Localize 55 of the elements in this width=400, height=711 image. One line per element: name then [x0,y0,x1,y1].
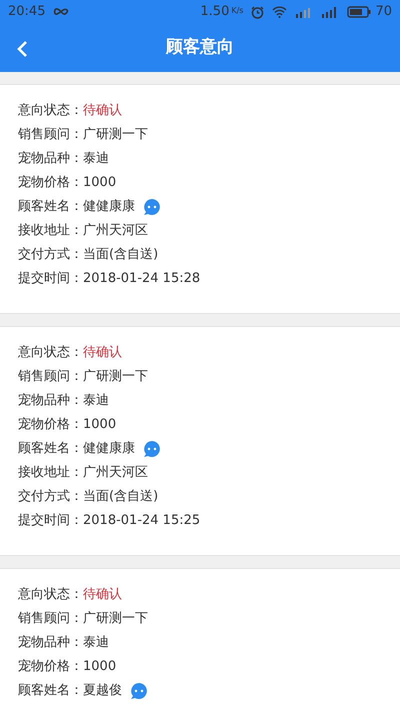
field-label: 交付方式： [18,246,83,264]
battery-icon [347,6,372,18]
chat-icon[interactable] [130,682,148,700]
status-value: 待确认 [83,102,122,120]
field-label: 宠物价格： [18,416,83,434]
field-label: 意向状态： [18,102,83,120]
field-label: 销售顾问： [18,368,83,386]
chat-icon[interactable] [143,198,161,216]
field-label: 接收地址： [18,222,83,240]
infinity-icon [53,7,70,17]
field-value: 当面(含自送) [83,246,158,264]
field-value: 健健康康 [83,440,135,458]
field-label: 顾客姓名： [18,198,83,216]
field-label: 销售顾问： [18,126,83,144]
field-value: 广研测一下 [83,126,148,144]
network-speed: 1.50 [200,3,230,22]
page-title: 顾客意向 [166,36,234,60]
field-value: 夏越俊 [83,682,122,700]
field-value: 1000 [83,658,116,676]
field-value: 2018-01-24 15:25 [83,512,200,530]
clock-time: 20:45 [8,3,46,22]
back-icon [16,40,28,58]
field-label: 宠物品种： [18,392,83,410]
field-value: 广研测一下 [83,610,148,628]
speed-unit: K/s [231,5,244,17]
field-value: 当面(含自送) [83,488,158,506]
field-value: 泰迪 [83,150,109,168]
status-value: 待确认 [83,344,122,362]
field-value: 健健康康 [83,198,135,216]
field-label: 顾客姓名： [18,440,83,458]
field-value: 泰迪 [83,634,109,652]
field-label: 意向状态： [18,586,83,604]
field-label: 意向状态： [18,344,83,362]
alarm-icon [251,6,264,18]
field-value: 广州天河区 [83,464,148,482]
field-label: 宠物品种： [18,634,83,652]
field-label: 接收地址： [18,464,83,482]
field-value: 1000 [83,174,116,192]
field-value: 2018-01-24 15:28 [83,270,200,288]
field-value: 1000 [83,416,116,434]
field-value: 泰迪 [83,392,109,410]
battery-percent: 70 [375,3,392,22]
field-label: 提交时间： [18,512,83,530]
field-label: 交付方式： [18,488,83,506]
field-value: 广研测一下 [83,368,148,386]
field-label: 提交时间： [18,270,83,288]
status-value: 待确认 [83,586,122,604]
field-label: 宠物价格： [18,174,83,192]
chat-icon[interactable] [143,440,161,458]
field-label: 销售顾问： [18,610,83,628]
field-label: 宠物品种： [18,150,83,168]
field-label: 顾客姓名： [18,682,83,700]
field-value: 广州天河区 [83,222,148,240]
field-label: 宠物价格： [18,658,83,676]
wifi-icon [272,6,288,18]
